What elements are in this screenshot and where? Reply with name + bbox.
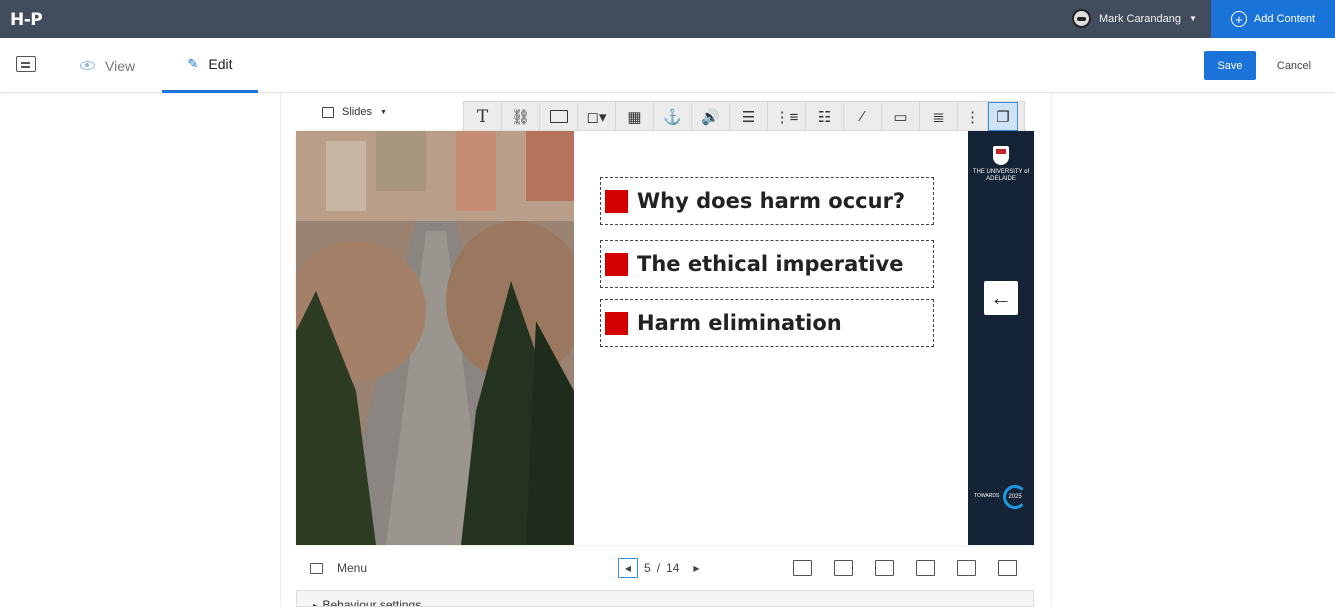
clone-slide-icon[interactable]	[834, 560, 853, 576]
drag-text-icon: ▭	[893, 108, 908, 126]
bullet-square-icon	[605, 311, 628, 335]
pencil-icon: ✎	[187, 56, 199, 71]
anchor-tool-button[interactable]: ⚓	[654, 102, 692, 131]
slides-icon	[322, 106, 334, 118]
slide-settings-icon[interactable]	[875, 560, 894, 576]
move-slide-left-icon[interactable]	[916, 560, 935, 576]
drag-text-tool-button[interactable]: ▭	[882, 102, 920, 131]
caret-right-icon: ▶	[313, 602, 320, 607]
anchor-icon: ⚓	[663, 108, 682, 126]
text-tool-button[interactable]: T	[464, 102, 502, 131]
footer-year-ring: 2025	[1003, 485, 1027, 509]
user-menu[interactable]: Mark Carandang ▼	[1072, 9, 1197, 28]
tab-view[interactable]: View	[80, 38, 135, 93]
save-button[interactable]: Save	[1204, 51, 1256, 80]
university-name: THE UNIVERSITY of ADELAIDE	[972, 169, 1030, 182]
bullet-text-box[interactable]: Harm elimination	[600, 299, 934, 347]
checklist-icon: ☷	[817, 108, 832, 126]
slide-pager: ◀ 5 / 14 ▶	[618, 558, 700, 578]
image-tool-button[interactable]	[540, 102, 578, 131]
slide-canvas[interactable]: Why does harm occur? The ethical imperat…	[296, 131, 1034, 545]
summary-icon: ≣	[932, 108, 945, 126]
image-icon	[549, 110, 568, 123]
bullet-square-icon	[605, 189, 628, 213]
current-slide-number: 5	[644, 561, 651, 575]
menu-label: Menu	[337, 561, 368, 575]
slide-separator: /	[656, 561, 661, 575]
video-icon: ▦	[627, 108, 642, 126]
tab-view-label: View	[105, 57, 136, 74]
video-tool-button[interactable]: ▦	[616, 102, 654, 131]
photo-illustration	[296, 131, 574, 545]
more-tools-button[interactable]: ⋮	[958, 102, 988, 131]
slides-mode-selector[interactable]: Slides ▼	[322, 106, 387, 118]
audio-tool-button[interactable]: 🔊	[692, 102, 730, 131]
delete-slide-icon[interactable]	[998, 560, 1017, 576]
true-false-tool-button[interactable]: ⁄	[844, 102, 882, 131]
cancel-button[interactable]: Cancel	[1268, 51, 1320, 80]
footer-year: 2025	[1008, 494, 1022, 500]
content-list-icon[interactable]	[16, 56, 36, 72]
avatar	[1072, 9, 1091, 28]
behaviour-settings-toggle[interactable]: ▶ Behaviour settings	[296, 590, 1034, 607]
slides-mode-label: Slides	[342, 106, 372, 118]
add-content-label: Add Content	[1253, 13, 1316, 25]
user-name: Mark Carandang	[1099, 12, 1181, 25]
numbered-list-icon: ⋮≡	[774, 108, 799, 126]
bullet-text: Harm elimination	[637, 311, 842, 335]
university-crest-icon	[993, 146, 1009, 165]
slide-actions	[793, 560, 1017, 576]
menu-button[interactable]: Menu	[310, 561, 367, 575]
shapes-tool-button[interactable]: ◻▾	[578, 102, 616, 131]
arrow-left-icon: ←	[990, 285, 1012, 310]
h5p-logo[interactable]: H-P	[10, 10, 43, 30]
content-toolbar: T ⛓ ◻▾ ▦ ⚓ 🔊 ☰ ⋮≡ ☷ ⁄ ▭ ≣ ⋮ ❐	[463, 101, 1025, 131]
true-false-icon: ⁄	[861, 108, 864, 125]
behaviour-settings-label: Behaviour settings	[322, 598, 422, 607]
previous-slide-button[interactable]: ◀	[618, 558, 638, 578]
tab-edit[interactable]: ✎ Edit	[162, 38, 258, 93]
bullet-text-box[interactable]: The ethical imperative	[600, 240, 934, 288]
more-vertical-icon: ⋮	[965, 108, 980, 126]
menu-icon	[310, 562, 323, 574]
chevron-down-icon: ▼	[1188, 14, 1197, 23]
total-slides-number: 14	[666, 561, 680, 575]
summary-tool-button[interactable]: ≣	[920, 102, 958, 131]
add-content-button[interactable]: + Add Content	[1211, 0, 1335, 38]
fill-blanks-icon: ☰	[741, 108, 756, 126]
bullet-square-icon	[605, 252, 628, 276]
shapes-icon: ◻▾	[586, 108, 607, 126]
bullet-text-box[interactable]: Why does harm occur?	[600, 177, 934, 225]
footer-text: TOWARDS	[974, 493, 1000, 499]
bullet-text: The ethical imperative	[637, 252, 904, 276]
move-slide-right-icon[interactable]	[957, 560, 976, 576]
plus-circle-icon: +	[1230, 11, 1247, 27]
paste-tool-button[interactable]: ❐	[988, 102, 1018, 131]
chevron-down-icon: ▼	[379, 108, 387, 116]
next-slide-button[interactable]: ▶	[693, 564, 699, 573]
paste-icon: ❐	[996, 108, 1010, 126]
multichoice-tool-button[interactable]: ☷	[806, 102, 844, 131]
city-street-photo[interactable]	[296, 131, 574, 545]
audio-icon: 🔊	[701, 108, 720, 126]
bullet-text: Why does harm occur?	[637, 189, 906, 213]
editor-nav-bar: View ✎ Edit Save Cancel	[0, 38, 1335, 93]
add-slide-icon[interactable]	[793, 560, 812, 576]
university-sidebar-band: THE UNIVERSITY of ADELAIDE ← TOWARDS 202…	[968, 131, 1034, 545]
single-choice-tool-button[interactable]: ⋮≡	[768, 102, 806, 131]
tab-edit-label: Edit	[208, 56, 233, 72]
fill-blanks-tool-button[interactable]: ☰	[730, 102, 768, 131]
back-arrow-button[interactable]: ←	[984, 281, 1018, 315]
link-icon: ⛓	[510, 108, 531, 126]
slide-navigation-bar: Menu ◀ 5 / 14 ▶	[296, 548, 1034, 588]
text-icon: T	[476, 106, 489, 127]
link-tool-button[interactable]: ⛓	[502, 102, 540, 131]
eye-icon	[80, 61, 95, 70]
top-bar: H-P Mark Carandang ▼ + Add Content	[0, 0, 1335, 38]
